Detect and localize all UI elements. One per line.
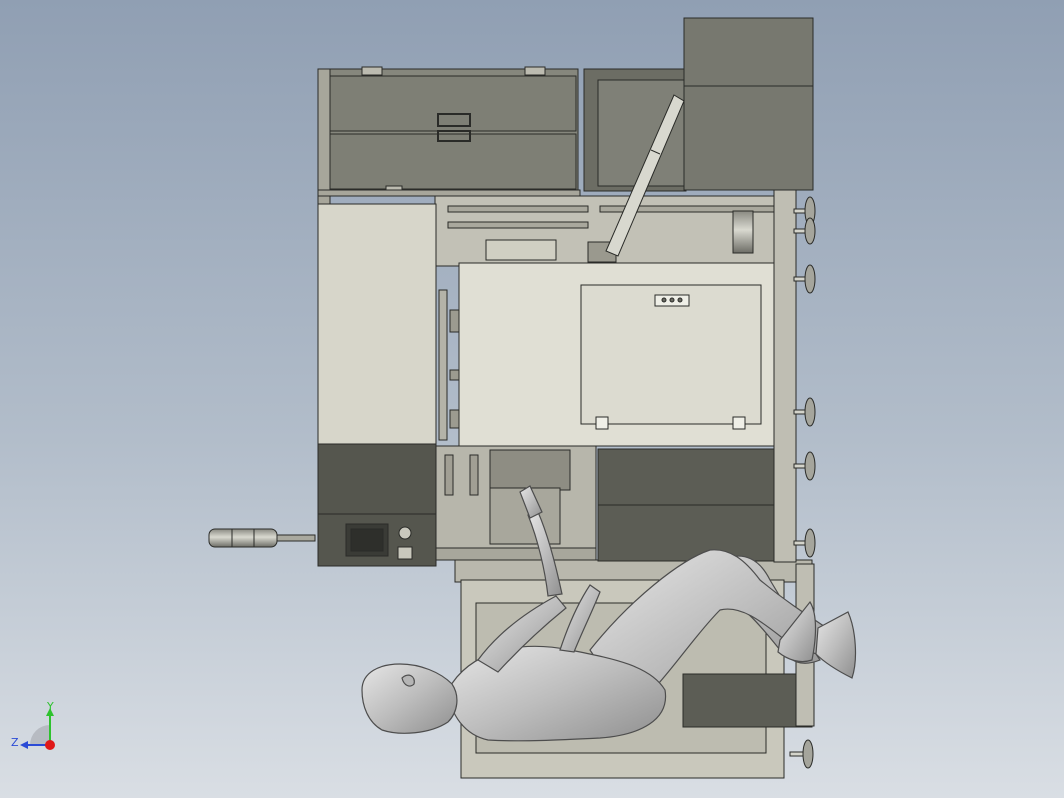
lower-right-drawer-lower <box>597 504 775 562</box>
leveling-foot <box>793 264 816 294</box>
shaft <box>469 454 479 496</box>
lower-right-drawer-upper <box>597 448 775 506</box>
door-latch <box>595 416 609 430</box>
leveling-foot <box>793 217 816 245</box>
emergency-stop-button[interactable] <box>398 526 412 540</box>
indicator-lamp <box>661 297 667 303</box>
x-axis-dot <box>45 740 55 750</box>
lower-right-dark-box <box>682 673 813 728</box>
top-right-cabinet <box>683 17 814 191</box>
vertical-shaft <box>438 289 448 441</box>
hinge-bracket <box>361 66 383 76</box>
right-frame-column <box>773 189 797 563</box>
frame-profile-top <box>317 189 581 197</box>
mannequin-foot <box>815 611 857 679</box>
gear-assembly <box>489 449 571 491</box>
indicator-lamp <box>677 297 683 303</box>
bracket-block <box>485 239 557 261</box>
leveling-foot <box>793 397 816 427</box>
z-axis-arrowhead <box>20 741 28 749</box>
z-axis-label: Z <box>11 736 19 749</box>
selector-switch[interactable] <box>397 546 413 560</box>
base-platform <box>435 547 597 561</box>
rail <box>447 205 589 213</box>
indicator-lamp <box>669 297 675 303</box>
top-left-drawer-lower <box>329 133 577 190</box>
leveling-foot <box>789 739 814 769</box>
y-axis-label: Y <box>46 700 54 713</box>
door-latch <box>732 416 746 430</box>
top-left-drawer-upper <box>329 75 577 132</box>
rail <box>447 221 589 229</box>
mannequin-head <box>361 663 458 734</box>
cad-viewport[interactable]: Y Z <box>0 0 1064 798</box>
left-control-panel <box>317 203 437 445</box>
leveling-foot <box>793 451 816 481</box>
signal-light-tower-icon <box>208 528 316 548</box>
left-lower-cabinet <box>317 443 437 515</box>
cylinder-actuator <box>732 210 754 254</box>
leveling-foot <box>793 528 816 558</box>
hinge-bracket <box>524 66 546 76</box>
touch-panel-icon <box>350 528 384 552</box>
axis-triad-icon[interactable]: Y Z <box>11 700 55 750</box>
shaft <box>444 454 454 496</box>
